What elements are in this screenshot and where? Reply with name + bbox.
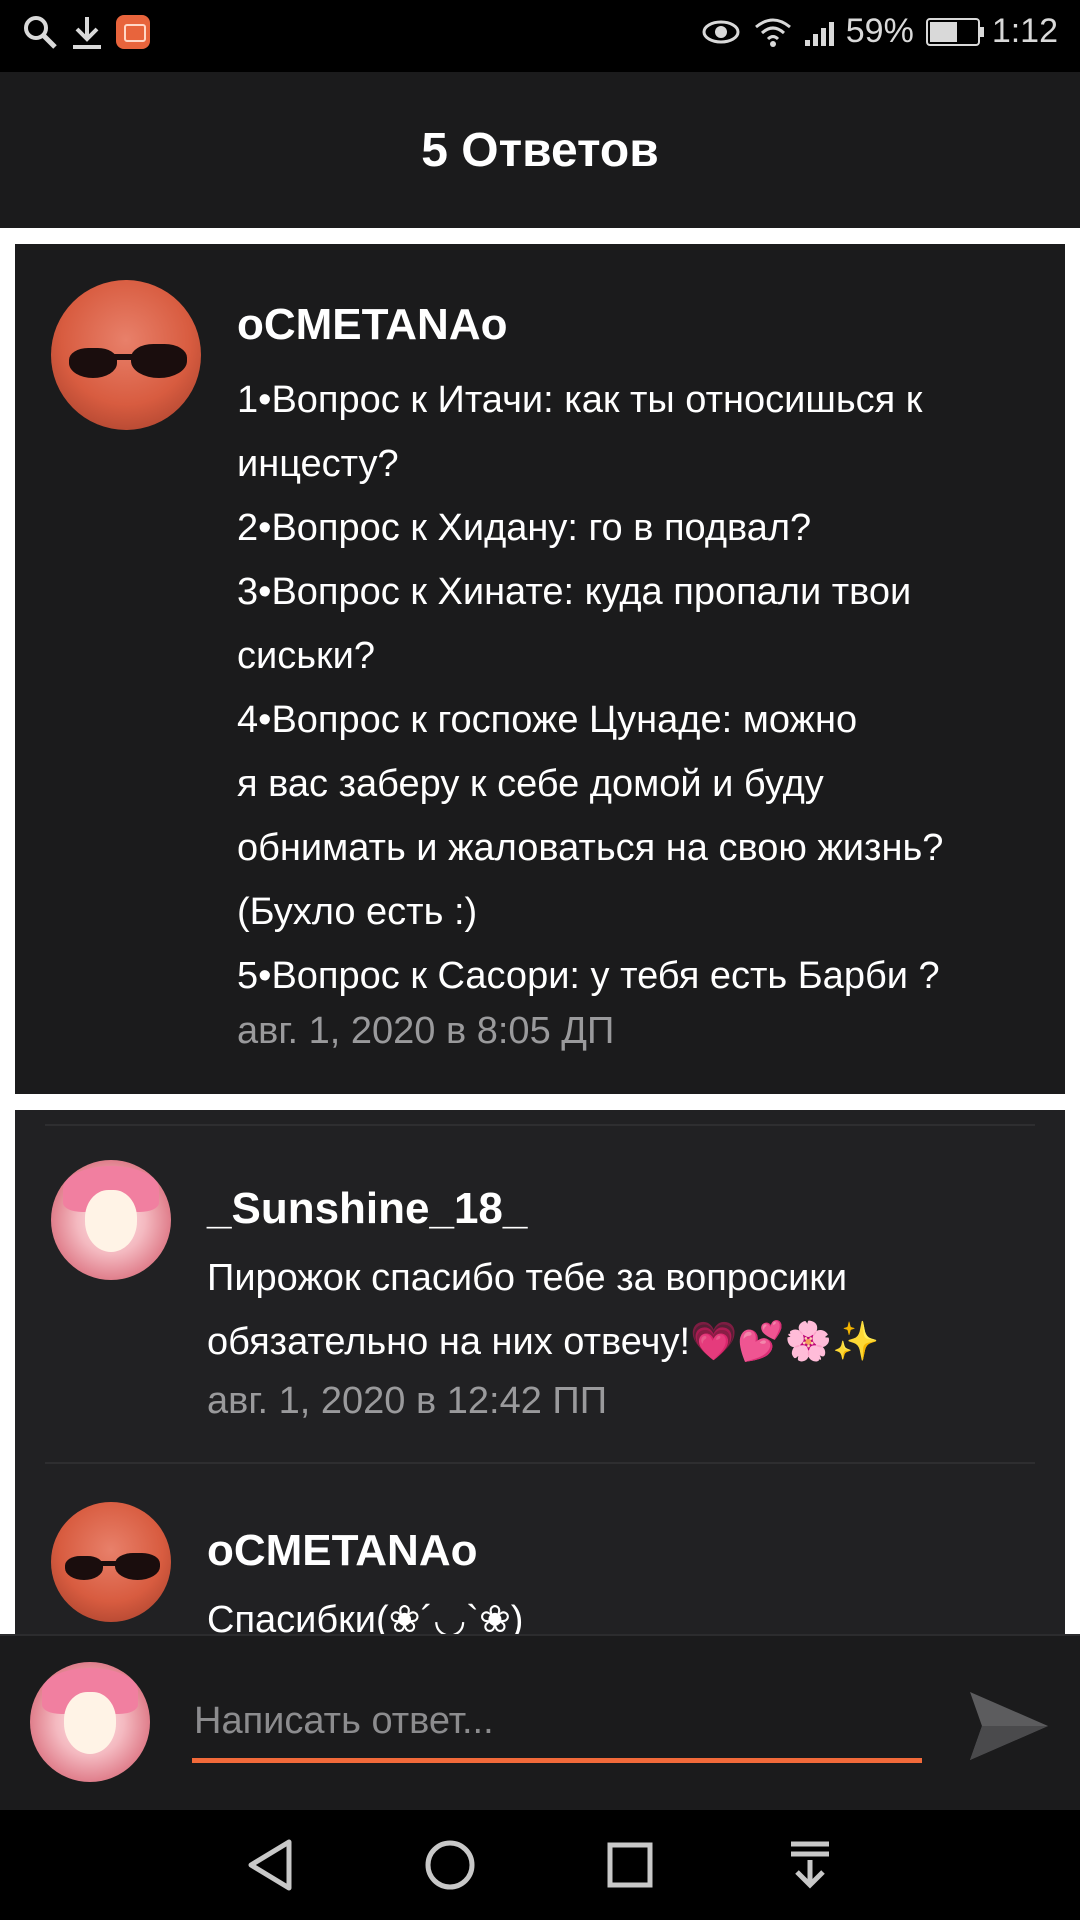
avatar bbox=[30, 1662, 150, 1782]
signal-icon bbox=[804, 18, 834, 46]
reply-body: Пирожок спасибо тебе за вопросики обязат… bbox=[207, 1257, 880, 1363]
divider bbox=[45, 1462, 1035, 1464]
eye-icon bbox=[702, 20, 740, 43]
header: 5 Ответов bbox=[0, 72, 1080, 228]
avatar[interactable] bbox=[51, 1160, 171, 1280]
search-icon bbox=[24, 16, 57, 49]
recents-button[interactable] bbox=[598, 1833, 662, 1897]
reply-compose-bar bbox=[0, 1634, 1080, 1812]
home-icon bbox=[425, 1840, 475, 1890]
recents-icon bbox=[607, 1842, 653, 1888]
replies-list: _Sunshine_18_ Пирожок спасибо тебе за во… bbox=[15, 1110, 1065, 1634]
wifi-icon bbox=[754, 18, 791, 47]
main-comment: oCMETANAo 1•Вопрос к Итачи: как ты относ… bbox=[15, 244, 1065, 1094]
comment-author[interactable]: oCMETANAo bbox=[237, 300, 507, 350]
notification-pull-button[interactable] bbox=[778, 1833, 842, 1897]
divider bbox=[45, 1124, 1035, 1126]
home-button[interactable] bbox=[418, 1833, 482, 1897]
battery-fill bbox=[929, 21, 957, 42]
reply-author[interactable]: _Sunshine_18_ bbox=[207, 1184, 527, 1234]
reply-author[interactable]: oCMETANAo bbox=[207, 1526, 477, 1576]
battery-icon bbox=[925, 17, 984, 46]
comment-body: 1•Вопрос к Итачи: как ты относишься к ин… bbox=[237, 379, 944, 997]
reply-input[interactable] bbox=[192, 1684, 922, 1763]
system-nav-bar bbox=[0, 1810, 1080, 1920]
comment-timestamp: авг. 1, 2020 в 8:05 ДП bbox=[237, 1010, 615, 1052]
download-icon bbox=[73, 17, 101, 49]
clock: 1:12 bbox=[991, 12, 1058, 50]
avatar[interactable] bbox=[51, 1502, 171, 1622]
back-button[interactable] bbox=[238, 1833, 302, 1897]
pull-down-icon bbox=[791, 1841, 829, 1889]
back-icon bbox=[248, 1839, 292, 1891]
avatar[interactable] bbox=[51, 280, 201, 430]
reply-timestamp: авг. 1, 2020 в 12:42 ПП bbox=[207, 1380, 608, 1422]
battery-percent: 59% bbox=[845, 12, 914, 50]
status-bar: 59% 1:12 bbox=[0, 0, 1080, 72]
reply-body: Спасибки(❀´◡`❀) bbox=[207, 1599, 524, 1634]
page-title: 5 Ответов bbox=[421, 123, 659, 177]
send-icon[interactable] bbox=[962, 1680, 1054, 1772]
app-notification-icon bbox=[116, 15, 150, 49]
